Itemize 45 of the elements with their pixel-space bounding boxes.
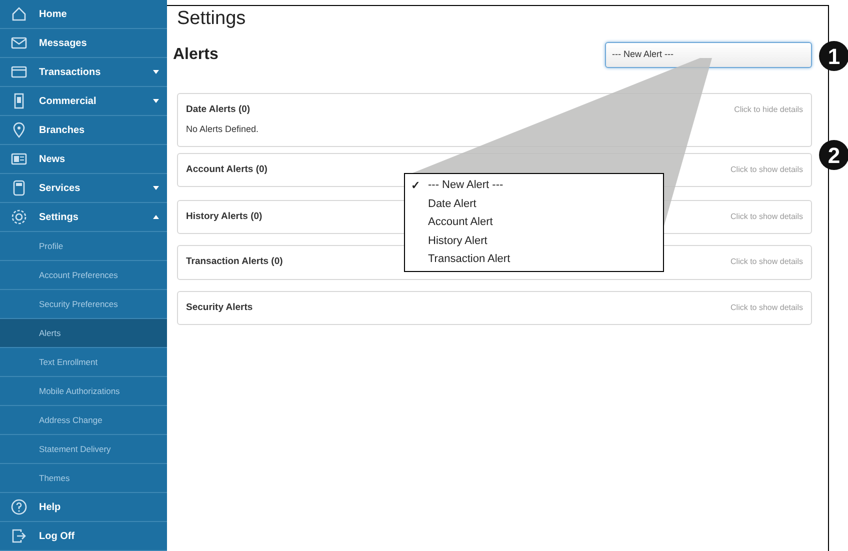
panel-title: Date Alerts (0) xyxy=(186,103,250,117)
sidebar-item[interactable]: Profile xyxy=(0,232,167,261)
dropdown-option[interactable]: Account Alert xyxy=(405,213,663,232)
panel-message: No Alerts Defined. xyxy=(186,123,260,136)
section-title: Alerts xyxy=(173,45,218,65)
sidebar-item[interactable]: News xyxy=(0,145,167,174)
dropdown-option[interactable]: Transaction Alert xyxy=(405,250,663,269)
gear-icon xyxy=(10,208,28,226)
sidebar-item[interactable]: Themes xyxy=(0,464,167,493)
details-toggle-link[interactable]: Click to show details xyxy=(730,164,803,176)
details-toggle-link[interactable]: Click to show details xyxy=(730,256,803,268)
log-out-icon xyxy=(10,527,28,545)
details-toggle-link[interactable]: Click to hide details xyxy=(734,104,803,116)
sidebar-item[interactable]: Commercial xyxy=(0,87,167,116)
sidebar-item[interactable]: Help xyxy=(0,493,167,522)
help-icon xyxy=(10,498,28,516)
panel-title: Security Alerts xyxy=(186,300,253,314)
details-toggle-link[interactable]: Click to show details xyxy=(730,302,803,314)
sidebar-item[interactable]: Statement Delivery xyxy=(0,435,167,464)
sidebar-item[interactable]: Settings xyxy=(0,203,167,232)
dropdown-option[interactable]: History Alert xyxy=(405,232,663,250)
sidebar-item[interactable]: Account Preferences xyxy=(0,261,167,290)
sidebar-item[interactable]: Messages xyxy=(0,29,167,58)
sidebar-item[interactable]: Branches xyxy=(0,116,167,145)
details-toggle-link[interactable]: Click to show details xyxy=(730,211,803,224)
sidebar-item[interactable]: Address Change xyxy=(0,406,167,435)
dropdown-option[interactable]: Date Alert xyxy=(405,194,663,214)
sidebar-item[interactable]: Alerts xyxy=(0,319,167,348)
dropdown-option[interactable]: --- New Alert --- ✓ xyxy=(405,176,663,195)
step-number-badge: 2 xyxy=(819,140,848,170)
step-number-badge: 1 xyxy=(819,41,848,71)
panel-title: Account Alerts (0) xyxy=(186,162,268,177)
alert-panel[interactable]: Security Alerts Click to show details xyxy=(177,290,812,325)
panel-title: History Alerts (0) xyxy=(186,210,262,224)
check-icon: ✓ xyxy=(411,178,420,194)
sidebar-item[interactable]: Transactions xyxy=(0,58,167,87)
sidebar-item[interactable]: Services xyxy=(0,174,167,203)
sidebar-item[interactable]: Log Off xyxy=(0,522,167,551)
new-alert-select[interactable]: --- New Alert --- xyxy=(605,42,812,68)
page-title: Settings xyxy=(177,7,247,31)
sidebar-item[interactable]: Home xyxy=(0,0,167,29)
sidebar-item[interactable]: Text Enrollment xyxy=(0,348,167,377)
panel-title: Transaction Alerts (0) xyxy=(186,255,283,270)
sidebar-item[interactable]: Mobile Authorizations xyxy=(0,377,167,406)
home-icon xyxy=(10,5,28,23)
